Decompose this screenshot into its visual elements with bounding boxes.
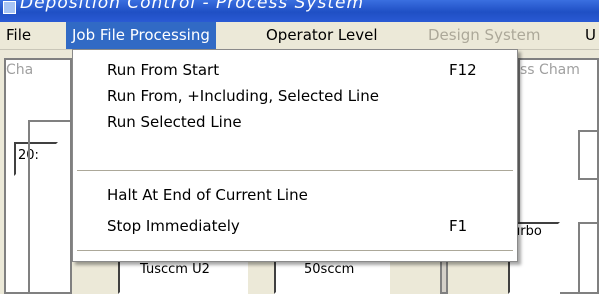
menu-item-label: Run Selected Line: [107, 113, 242, 131]
right-field: [578, 130, 599, 180]
menu-design-system: Design System: [428, 26, 541, 44]
menu-item-shortcut: F1: [449, 217, 468, 235]
left-panel-label: Cha: [6, 62, 34, 78]
menu-u[interactable]: U: [579, 22, 599, 49]
gauge-2-value: 50sccm: [304, 262, 355, 277]
menu-bar: File Job File Processing Operator Level …: [0, 22, 599, 50]
gauge-1-value: Tusccm U2: [140, 262, 210, 277]
menu-item-label: Halt At End of Current Line: [107, 186, 308, 204]
right-panel-label: ss Cham: [520, 62, 580, 78]
menu-item-run-from-including-selected-line[interactable]: Run From, +Including, Selected Line: [73, 83, 517, 109]
right-lower-field: [578, 222, 599, 294]
menu-item-stop-immediately[interactable]: Stop Immediately F1: [73, 213, 517, 239]
menu-separator: [77, 170, 513, 171]
menu-item-halt-at-end-of-current-line[interactable]: Halt At End of Current Line: [73, 182, 517, 208]
menu-file[interactable]: File: [0, 22, 37, 49]
window-title: Deposition Control - Process System: [20, 0, 365, 13]
menu-separator: [77, 250, 513, 251]
menu-item-label: Run From, +Including, Selected Line: [107, 87, 379, 105]
menu-item-label: Run From Start: [107, 61, 220, 79]
menu-item-shortcut: F12: [449, 61, 477, 79]
job-file-processing-menu: Run From Start F12 Run From, +Including,…: [72, 49, 518, 262]
menu-job-file-processing[interactable]: Job File Processing: [66, 22, 216, 49]
menu-operator-level[interactable]: Operator Level: [260, 22, 384, 49]
title-bar: Deposition Control - Process System: [0, 0, 599, 22]
left-inner-frame: [28, 120, 72, 294]
menu-item-run-selected-line[interactable]: Run Selected Line: [73, 109, 517, 135]
app-icon: [3, 1, 16, 14]
menu-item-label: Stop Immediately: [107, 217, 240, 235]
menu-item-run-from-start[interactable]: Run From Start F12: [73, 57, 517, 83]
